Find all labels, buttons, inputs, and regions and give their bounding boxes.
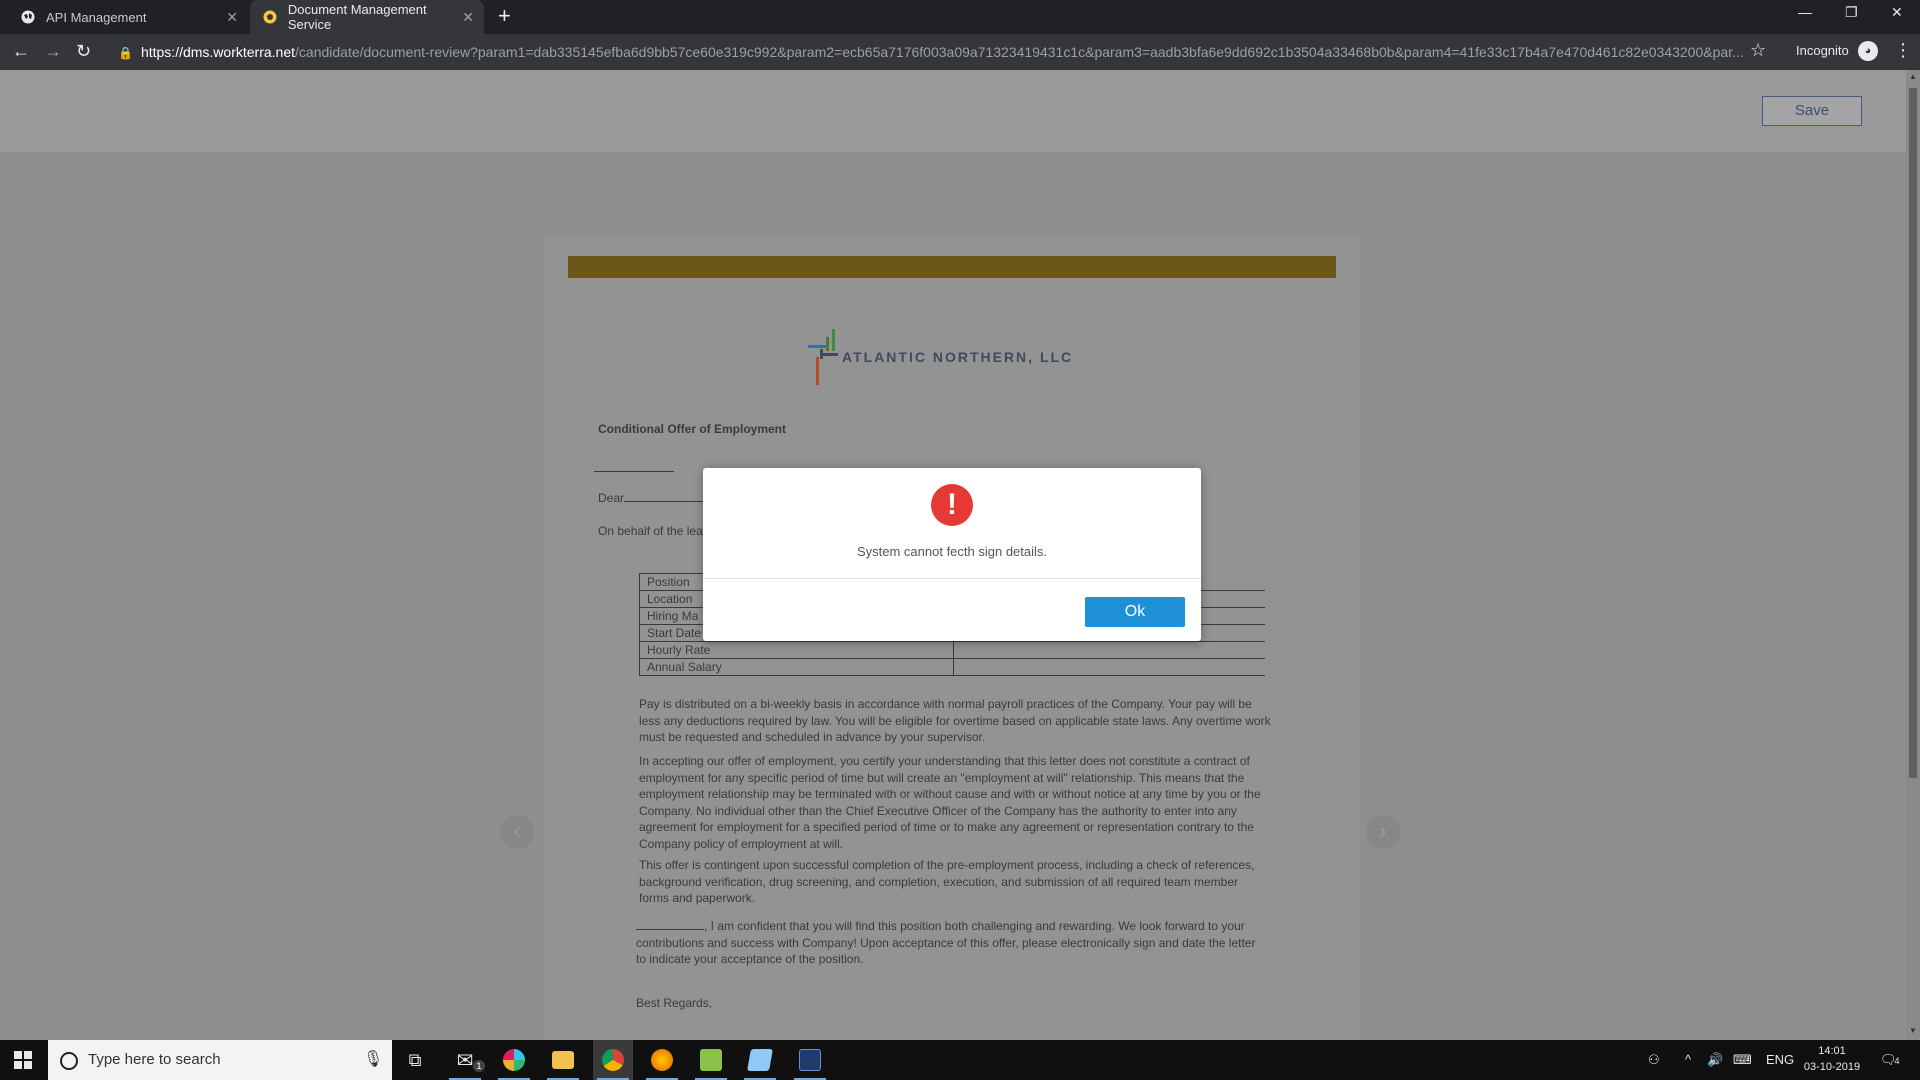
save-button[interactable]: Save (1762, 96, 1862, 126)
new-tab-icon[interactable]: + (498, 5, 511, 27)
lock-icon: 🔒 (118, 46, 133, 60)
incognito-label: Incognito (1796, 43, 1849, 58)
close-tab-icon[interactable]: ✕ (226, 9, 238, 26)
microphone-icon[interactable]: 🎙 (363, 1049, 383, 1069)
error-dialog: ! System cannot fecth sign details. Ok (703, 468, 1201, 641)
url-path: /candidate/document-review?param1=dab335… (295, 44, 1744, 60)
browser-toolbar: ← → ↻ 🔒 https://dms.workterra.net/candida… (0, 34, 1920, 70)
back-icon[interactable]: ← (12, 41, 30, 61)
windows-taskbar: Type here to search 🎙 ⧉ ✉ 1 ⚇ ^ 🔊 ⌨ ENG 1… (0, 1040, 1920, 1080)
task-view-icon[interactable]: ⧉ (395, 1040, 435, 1080)
scroll-up-icon[interactable]: ▲ (1909, 72, 1917, 81)
document-header-bar (568, 256, 1336, 278)
salutation: Dear (598, 491, 705, 505)
file-explorer-icon[interactable] (543, 1040, 583, 1080)
date-blank-line (594, 471, 674, 472)
table-row: Hourly Rate (639, 641, 1265, 659)
globe-icon (20, 9, 36, 25)
minimize-icon[interactable]: — (1798, 4, 1812, 20)
taskbar-search-input[interactable]: Type here to search 🎙 (48, 1040, 392, 1080)
name-blank-line (624, 501, 705, 502)
intro-text: On behalf of the lea (598, 524, 703, 538)
bookmark-star-icon[interactable]: ☆ (1750, 40, 1766, 61)
table-label: Hourly Rate (639, 641, 954, 659)
clock[interactable]: 14:01 03-10-2019 (1802, 1043, 1862, 1075)
browser-tab-strip: API Management ✕ Document Management Ser… (0, 0, 1920, 34)
page-header: Save (0, 70, 1906, 153)
name-blank-line (636, 929, 704, 930)
closing-paragraph: , I am confident that you will find this… (636, 918, 1268, 968)
notepad-icon[interactable] (740, 1040, 780, 1080)
exclamation-icon: ! (931, 484, 973, 526)
document-title: Conditional Offer of Employment (598, 422, 786, 436)
site-favicon-icon (262, 9, 278, 25)
scroll-down-icon[interactable]: ▼ (1909, 1026, 1917, 1035)
notepad-plus-icon[interactable] (691, 1040, 731, 1080)
page-scrollbar[interactable]: ▲ ▼ (1906, 70, 1920, 1040)
mail-icon[interactable]: ✉ 1 (445, 1040, 485, 1080)
tab-api-management[interactable]: API Management ✕ (8, 0, 248, 34)
table-row: Annual Salary (639, 658, 1265, 676)
sql-server-icon[interactable] (790, 1040, 830, 1080)
mail-badge: 1 (473, 1060, 485, 1072)
address-bar[interactable]: 🔒 https://dms.workterra.net/candidate/doc… (118, 38, 1788, 66)
language-indicator[interactable]: ENG (1766, 1052, 1794, 1067)
salutation-text: Dear (598, 491, 625, 505)
url-host: https://dms.workterra.net (140, 44, 296, 60)
forward-icon[interactable]: → (44, 41, 62, 61)
chrome-icon[interactable] (593, 1040, 633, 1080)
error-message: System cannot fecth sign details. (856, 544, 1048, 559)
next-page-icon[interactable]: › (1366, 815, 1400, 849)
tab-document-management-service[interactable]: Document Management Service ✕ (250, 0, 484, 34)
tab-title: API Management (46, 9, 147, 25)
tab-title: Document Management Service (287, 2, 427, 32)
dialog-divider (703, 578, 1201, 579)
clock-date: 03-10-2019 (1803, 1061, 1861, 1073)
people-icon[interactable]: ⚇ (1648, 1052, 1660, 1068)
at-will-paragraph: In accepting our offer of employment, yo… (639, 754, 1261, 851)
table-label: Annual Salary (639, 658, 954, 676)
table-value (952, 641, 1265, 659)
table-value (952, 658, 1265, 676)
ok-button[interactable]: Ok (1085, 597, 1185, 627)
close-tab-icon[interactable]: ✕ (462, 9, 474, 26)
clock-time: 14:01 (1818, 1045, 1846, 1057)
incognito-icon[interactable]: ◕ (1858, 41, 1878, 61)
scrollbar-thumb[interactable] (1909, 88, 1917, 778)
slack-icon[interactable] (494, 1040, 534, 1080)
firefox-icon[interactable] (642, 1040, 682, 1080)
close-window-icon[interactable]: ✕ (1891, 4, 1903, 21)
pay-paragraph: Pay is distributed on a bi-weekly basis … (639, 697, 1271, 744)
browser-menu-icon[interactable]: ⋮ (1894, 40, 1912, 61)
company-logo: ATLANTIC NORTHERN, LLC (808, 327, 1128, 387)
closing-text: , I am confident that you will find this… (636, 919, 1256, 966)
search-placeholder: Type here to search (88, 1051, 221, 1068)
volume-icon[interactable]: 🔊 (1707, 1052, 1723, 1068)
logo-text: ATLANTIC NORTHERN, LLC (842, 349, 1074, 365)
cortana-icon (60, 1052, 78, 1070)
restore-icon[interactable]: ❐ (1845, 4, 1858, 21)
reload-icon[interactable]: ↻ (76, 41, 91, 61)
notifications-icon[interactable]: 🗨4 (1880, 1052, 1900, 1068)
keyboard-icon[interactable]: ⌨ (1733, 1052, 1752, 1068)
show-hidden-icons-icon[interactable]: ^ (1685, 1052, 1691, 1067)
sign-off: Best Regards, (636, 996, 713, 1010)
windows-start-icon[interactable] (14, 1051, 32, 1069)
notification-count: 4 (1894, 1056, 1900, 1066)
previous-page-icon[interactable]: ‹ (500, 815, 534, 849)
contingency-paragraph: This offer is contingent upon successful… (639, 858, 1255, 905)
